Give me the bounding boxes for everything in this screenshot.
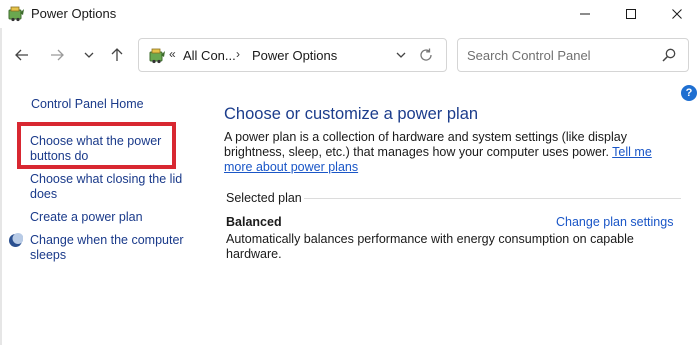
close-icon	[672, 9, 682, 19]
arrow-left-icon	[15, 49, 28, 61]
search-icon[interactable]	[661, 47, 677, 63]
section-divider	[304, 198, 681, 199]
control-panel-icon	[149, 48, 165, 64]
description-body: A power plan is a collection of hardware…	[224, 130, 627, 159]
close-button[interactable]	[655, 0, 699, 28]
chevron-down-icon	[84, 52, 94, 58]
minimize-icon	[580, 13, 590, 15]
window-title: Power Options	[31, 6, 117, 21]
sidebar-item-create-plan[interactable]: Create a power plan	[30, 210, 143, 225]
address-bar[interactable]: « All Con... › Power Options	[138, 38, 447, 72]
sidebar-item-computer-sleeps[interactable]: Change when the computer sleeps	[30, 233, 190, 263]
breadcrumb-power-options[interactable]: Power Options	[252, 48, 337, 63]
page-title: Choose or customize a power plan	[224, 105, 479, 123]
control-panel-home-link[interactable]: Control Panel Home	[31, 97, 144, 112]
help-icon[interactable]: ?	[681, 85, 697, 101]
selected-plan-label: Selected plan	[226, 191, 302, 205]
search-placeholder: Search Control Panel	[467, 48, 591, 63]
breadcrumb-all-control-panel[interactable]: All Con...	[183, 48, 236, 63]
window-left-edge	[0, 28, 2, 345]
moon-icon	[9, 233, 23, 247]
title-bar: Power Options	[0, 0, 699, 28]
change-plan-settings-link[interactable]: Change plan settings	[556, 215, 673, 229]
power-options-icon	[8, 6, 24, 22]
back-button[interactable]	[11, 44, 33, 66]
plan-name: Balanced	[226, 215, 282, 229]
up-button[interactable]	[106, 44, 128, 66]
sidebar-item-closing-lid[interactable]: Choose what closing the lid does	[30, 172, 190, 202]
arrow-right-icon	[51, 49, 64, 61]
search-input[interactable]: Search Control Panel	[457, 38, 689, 72]
breadcrumb-separator[interactable]: ›	[236, 47, 240, 61]
plan-summary: Automatically balances performance with …	[226, 232, 634, 261]
plan-description-text: A power plan is a collection of hardware…	[224, 130, 679, 175]
address-dropdown-icon[interactable]	[393, 47, 409, 63]
recent-locations-button[interactable]	[78, 44, 100, 66]
minimize-button[interactable]	[563, 0, 607, 28]
refresh-icon[interactable]	[417, 46, 435, 64]
forward-button[interactable]	[46, 44, 68, 66]
maximize-icon	[626, 9, 636, 19]
arrow-up-icon	[111, 48, 123, 61]
sidebar-item-power-buttons[interactable]: Choose what the power buttons do	[30, 134, 170, 164]
navigation-bar: « All Con... › Power Options Search Cont…	[0, 38, 699, 74]
maximize-button[interactable]	[609, 0, 653, 28]
overflow-chevron[interactable]: «	[169, 47, 176, 61]
